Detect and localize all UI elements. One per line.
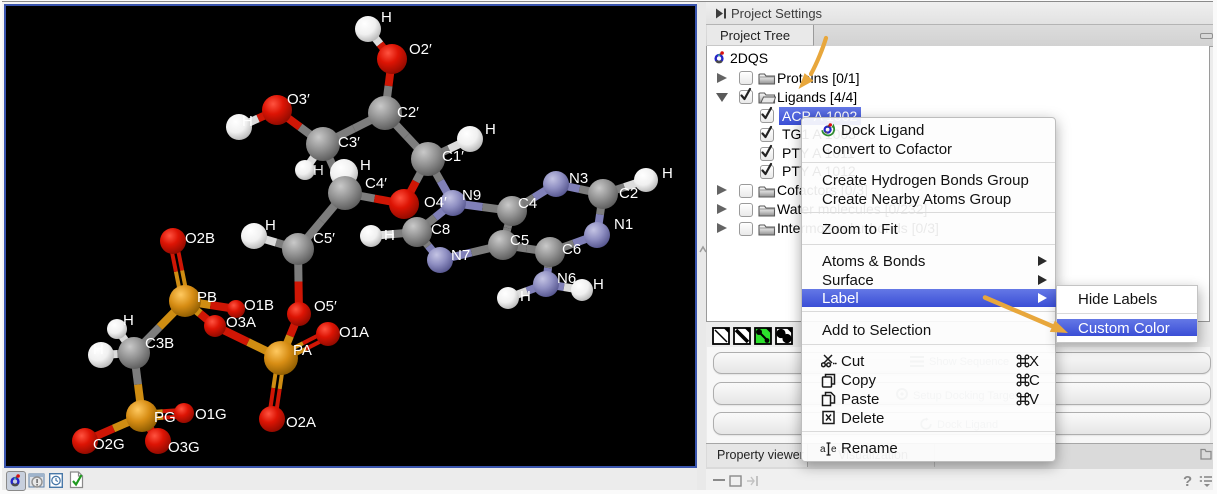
svg-text:C2: C2 [619,185,638,202]
svg-text:H: H [93,341,104,358]
svg-text:e: e [831,444,837,455]
svg-text:O2B: O2B [185,230,215,247]
svg-text:C6: C6 [562,241,581,258]
svg-text:H: H [485,121,496,138]
svg-text:O3′: O3′ [287,91,310,108]
svg-text:O1G: O1G [195,406,227,423]
svg-text:H: H [662,165,673,182]
svg-text:C2′: C2′ [397,104,419,121]
svg-text:H: H [520,288,531,305]
svg-text:C8: C8 [431,221,450,238]
svg-text:H: H [360,157,371,174]
svg-text:N1: N1 [614,216,633,233]
svg-text:N7: N7 [451,247,470,264]
svg-text:C4: C4 [518,195,537,212]
svg-text:H: H [381,9,392,26]
svg-text:PB: PB [197,289,217,306]
svg-text:O3A: O3A [226,314,256,331]
svg-text:H: H [123,312,134,329]
svg-text:O1A: O1A [339,324,369,341]
svg-text:O5′: O5′ [314,298,337,315]
svg-text:PG: PG [154,409,176,426]
svg-text:C3′: C3′ [338,134,360,151]
svg-text:O2G: O2G [93,436,125,453]
svg-text:C5′: C5′ [313,230,335,247]
svg-text:C1′: C1′ [442,148,464,165]
svg-text:PA: PA [293,342,312,359]
svg-text:O3G: O3G [168,439,200,456]
svg-text:H: H [265,217,276,234]
svg-text:C4′: C4′ [365,175,387,192]
svg-text:a: a [820,444,826,455]
svg-text:H: H [242,113,253,130]
svg-text:H: H [593,276,604,293]
svg-text:N6: N6 [557,270,576,287]
svg-text:H: H [313,162,324,179]
svg-text:O4′: O4′ [424,194,447,211]
svg-text:H: H [384,227,395,244]
svg-text:C3B: C3B [145,335,174,352]
svg-text:C5: C5 [510,232,529,249]
svg-text:N9: N9 [462,187,481,204]
svg-text:N3: N3 [569,170,588,187]
svg-text:O1B: O1B [244,297,274,314]
svg-text:O2A: O2A [286,414,316,431]
svg-text:O2′: O2′ [409,41,432,58]
